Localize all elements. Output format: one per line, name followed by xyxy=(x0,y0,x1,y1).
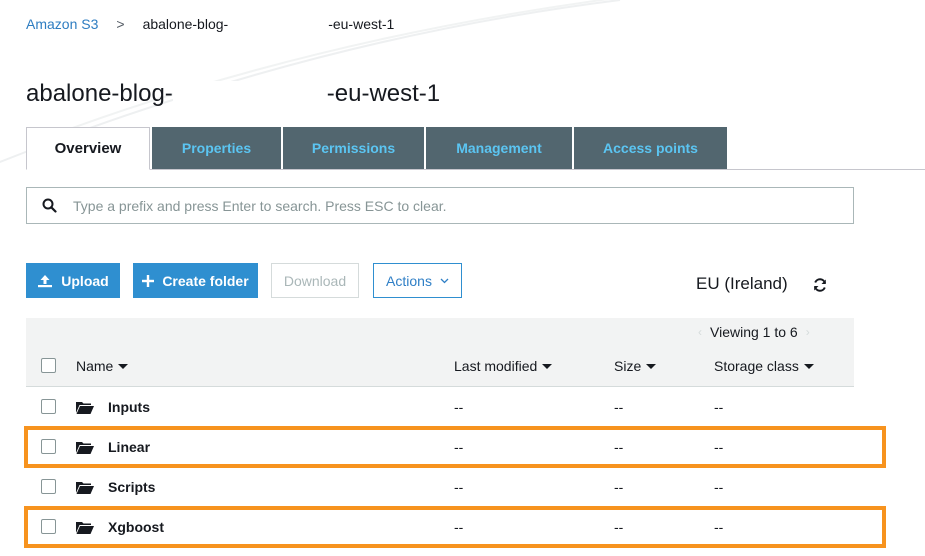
folder-name-link[interactable]: Xgboost xyxy=(108,519,164,535)
storage-class-cell: -- xyxy=(714,519,724,535)
title-prefix: abalone-blog- xyxy=(26,80,173,107)
caret-down-icon xyxy=(542,363,553,369)
tab-management[interactable]: Management xyxy=(426,127,572,169)
pager-label: Viewing 1 to 6 xyxy=(710,324,798,340)
redacted-block xyxy=(172,81,327,107)
folder-icon xyxy=(76,481,94,499)
last-modified-cell: -- xyxy=(454,439,464,455)
size-cell: -- xyxy=(614,479,624,495)
title-suffix: -eu-west-1 xyxy=(326,80,441,107)
upload-button[interactable]: Upload xyxy=(26,263,120,298)
upload-icon xyxy=(37,274,53,288)
select-all-checkbox[interactable] xyxy=(41,358,56,373)
plus-icon xyxy=(142,274,155,287)
storage-class-cell: -- xyxy=(714,479,724,495)
table-row[interactable] xyxy=(26,428,854,468)
folder-name-link[interactable]: Inputs xyxy=(108,399,150,415)
row-checkbox[interactable] xyxy=(41,439,56,454)
column-header-size-label: Size xyxy=(614,358,642,374)
last-modified-cell: -- xyxy=(454,399,464,415)
column-header-last-modified[interactable]: Last modified xyxy=(454,358,553,374)
last-modified-cell: -- xyxy=(454,479,464,495)
breadcrumb: Amazon S3 > abalone-blog- -eu-west-1 xyxy=(26,16,394,32)
region-label: EU (Ireland) xyxy=(696,274,788,293)
tab-access-points[interactable]: Access points xyxy=(574,127,727,169)
last-modified-cell: -- xyxy=(454,519,464,535)
bucket-name-prefix: abalone-blog- xyxy=(142,16,229,32)
pager: ‹ Viewing 1 to 6 › xyxy=(690,324,818,340)
search-icon xyxy=(27,198,71,213)
caret-down-icon xyxy=(646,363,657,369)
folder-name-link[interactable]: Linear xyxy=(108,439,150,455)
column-header-storage-label: Storage class xyxy=(714,358,799,374)
size-cell: -- xyxy=(614,399,624,415)
actions-label: Actions xyxy=(386,272,432,289)
breadcrumb-separator: > xyxy=(116,16,125,32)
chevron-right-icon[interactable]: › xyxy=(806,325,810,339)
column-header-name[interactable]: Name xyxy=(76,358,129,374)
folder-icon xyxy=(76,521,94,539)
column-header-storage-class[interactable]: Storage class xyxy=(714,358,814,374)
row-checkbox[interactable] xyxy=(41,399,56,414)
refresh-icon[interactable] xyxy=(812,277,828,298)
search-input[interactable] xyxy=(71,196,853,215)
table-row[interactable] xyxy=(26,388,854,428)
folder-icon xyxy=(76,441,94,459)
size-cell: -- xyxy=(614,439,624,455)
chevron-left-icon[interactable]: ‹ xyxy=(698,325,702,339)
row-checkbox[interactable] xyxy=(41,479,56,494)
tab-permissions[interactable]: Permissions xyxy=(283,127,424,169)
chevron-down-icon xyxy=(440,278,449,284)
column-header-name-label: Name xyxy=(76,358,114,374)
tab-overview[interactable]: Overview xyxy=(26,127,150,170)
storage-class-cell: -- xyxy=(714,399,724,415)
download-button[interactable]: Download xyxy=(271,263,359,298)
breadcrumb-amazon-s3-link[interactable]: Amazon S3 xyxy=(26,16,98,32)
tab-bar: Overview Properties Permissions Manageme… xyxy=(26,127,729,170)
tab-properties[interactable]: Properties xyxy=(152,127,281,169)
redacted-block xyxy=(228,16,329,32)
storage-class-cell: -- xyxy=(714,439,724,455)
column-header-size[interactable]: Size xyxy=(614,358,657,374)
caret-down-icon xyxy=(118,363,129,369)
size-cell: -- xyxy=(614,519,624,535)
create-folder-label: Create folder xyxy=(162,272,249,289)
bucket-name-suffix: -eu-west-1 xyxy=(328,16,395,32)
actions-dropdown[interactable]: Actions xyxy=(373,263,462,298)
breadcrumb-current-bucket: abalone-blog- -eu-west-1 xyxy=(142,16,395,32)
folder-icon xyxy=(76,401,94,419)
upload-label: Upload xyxy=(61,272,109,289)
page-title: abalone-blog- -eu-west-1 xyxy=(26,80,440,108)
row-checkbox[interactable] xyxy=(41,519,56,534)
create-folder-button[interactable]: Create folder xyxy=(133,263,258,298)
column-header-modified-label: Last modified xyxy=(454,358,538,374)
caret-down-icon xyxy=(803,363,814,369)
folder-name-link[interactable]: Scripts xyxy=(108,479,155,495)
search-box xyxy=(26,187,854,224)
